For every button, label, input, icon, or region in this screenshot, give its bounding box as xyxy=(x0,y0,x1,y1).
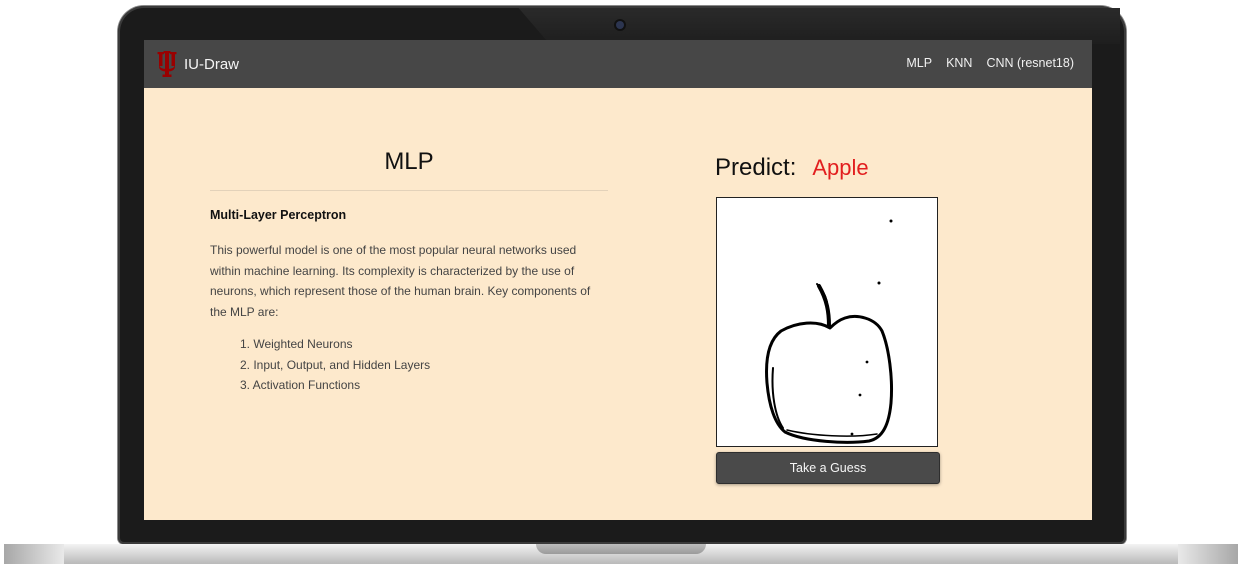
nav-link-cnn[interactable]: CNN (resnet18) xyxy=(986,56,1074,70)
list-item: 1. Weighted Neurons xyxy=(240,337,353,351)
laptop-base-edge-left xyxy=(4,544,64,564)
list-item: 3. Activation Functions xyxy=(240,378,361,392)
predict-label: Predict: xyxy=(715,154,797,181)
app-screen: IU-Draw MLP KNN CNN (resnet18) MLP Multi… xyxy=(144,40,1092,520)
webcam-icon xyxy=(616,21,624,29)
navbar: IU-Draw MLP KNN CNN (resnet18) xyxy=(144,40,1092,88)
brand[interactable]: IU-Draw xyxy=(156,50,239,78)
take-a-guess-button[interactable]: Take a Guess xyxy=(716,452,940,484)
laptop-base-notch xyxy=(536,544,706,554)
components-list: 1. Weighted Neurons 2. Input, Output, an… xyxy=(240,334,430,396)
laptop-base-edge-right xyxy=(1178,544,1238,564)
model-description: This powerful model is one of the most p… xyxy=(210,243,591,319)
iu-trident-icon xyxy=(157,51,177,77)
laptop-bezel-glare xyxy=(518,8,1120,44)
nav-link-knn[interactable]: KNN xyxy=(946,56,972,70)
model-title: MLP xyxy=(384,148,434,175)
brand-name: IU-Draw xyxy=(184,55,239,73)
title-divider xyxy=(210,190,608,191)
nav-links: MLP KNN CNN (resnet18) xyxy=(906,56,1074,70)
apple-sketch-drawing xyxy=(765,219,893,444)
predict-value: Apple xyxy=(812,155,869,180)
nav-link-mlp[interactable]: MLP xyxy=(906,56,932,70)
list-item: 2. Input, Output, and Hidden Layers xyxy=(240,357,431,372)
prediction-row: Predict: Apple xyxy=(715,154,869,182)
model-subtitle: Multi-Layer Perceptron xyxy=(210,208,347,222)
drawing-canvas[interactable] xyxy=(716,197,938,447)
